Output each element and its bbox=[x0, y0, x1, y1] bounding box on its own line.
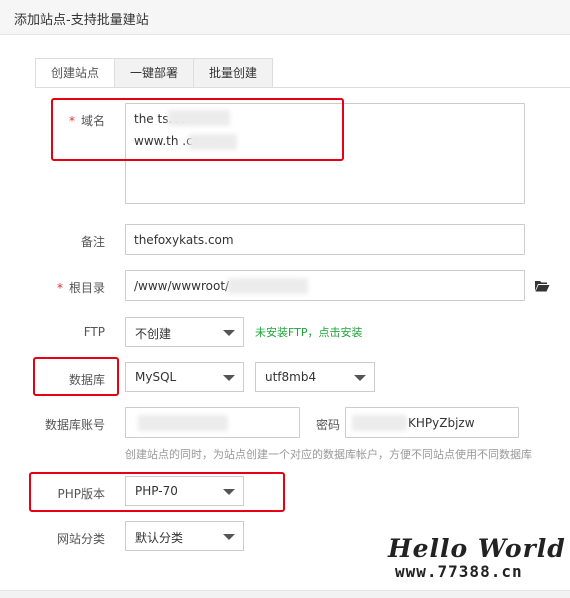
tab-batch-create[interactable]: 批量创建 bbox=[194, 58, 274, 88]
db-password-input[interactable]: KHPyZbjzw bbox=[345, 407, 519, 438]
watermark-url: www.77388.cn bbox=[395, 562, 523, 581]
db-account-label: 数据库账号 bbox=[44, 418, 105, 432]
tab-bar: 创建站点 一键部署 批量创建 bbox=[35, 58, 274, 88]
db-hint-text: 创建站点的同时，为站点创建一个对应的数据库帐户，方便不同站点使用不同数据库 bbox=[125, 448, 532, 461]
dropdown-arrow-icon bbox=[354, 375, 366, 381]
annotation-box-domain bbox=[51, 98, 344, 161]
tab-divider bbox=[35, 87, 570, 88]
required-mark: * bbox=[56, 281, 63, 295]
install-ftp-link[interactable]: 未安装FTP，点击安装 bbox=[255, 324, 363, 340]
category-select[interactable]: 默认分类 bbox=[125, 521, 244, 551]
dropdown-arrow-icon bbox=[223, 534, 235, 540]
redaction-blur bbox=[228, 278, 308, 294]
ftp-select[interactable]: 不创建 bbox=[125, 317, 244, 347]
remark-input[interactable]: thefoxykats.com bbox=[125, 224, 525, 255]
redaction-blur bbox=[138, 415, 228, 431]
dropdown-arrow-icon bbox=[223, 330, 235, 336]
database-charset-select[interactable]: utf8mb4 bbox=[255, 362, 375, 392]
ftp-label: FTP bbox=[83, 325, 105, 339]
db-password-label: 密码 bbox=[315, 418, 340, 432]
folder-open-icon[interactable] bbox=[534, 280, 550, 292]
annotation-box-php bbox=[29, 472, 285, 512]
category-label: 网站分类 bbox=[56, 532, 105, 546]
database-type-select[interactable]: MySQL bbox=[125, 362, 244, 392]
watermark-title: Hello World bbox=[388, 534, 566, 563]
remark-label: 备注 bbox=[80, 235, 105, 249]
root-label: * 根目录 bbox=[56, 281, 105, 295]
dialog-title: 添加站点-支持批量建站 bbox=[14, 13, 149, 28]
dropdown-arrow-icon bbox=[223, 375, 235, 381]
tab-create-site[interactable]: 创建站点 bbox=[35, 58, 116, 88]
annotation-box-database bbox=[33, 357, 119, 396]
db-user-input[interactable] bbox=[125, 407, 300, 438]
tab-one-click-deploy[interactable]: 一键部署 bbox=[115, 58, 195, 88]
redaction-blur bbox=[352, 415, 407, 431]
root-path-input[interactable]: /www/wwwroot/ om bbox=[125, 270, 525, 301]
dialog-footer-strip bbox=[0, 590, 570, 598]
dialog-titlebar: 添加站点-支持批量建站 bbox=[0, 0, 570, 35]
